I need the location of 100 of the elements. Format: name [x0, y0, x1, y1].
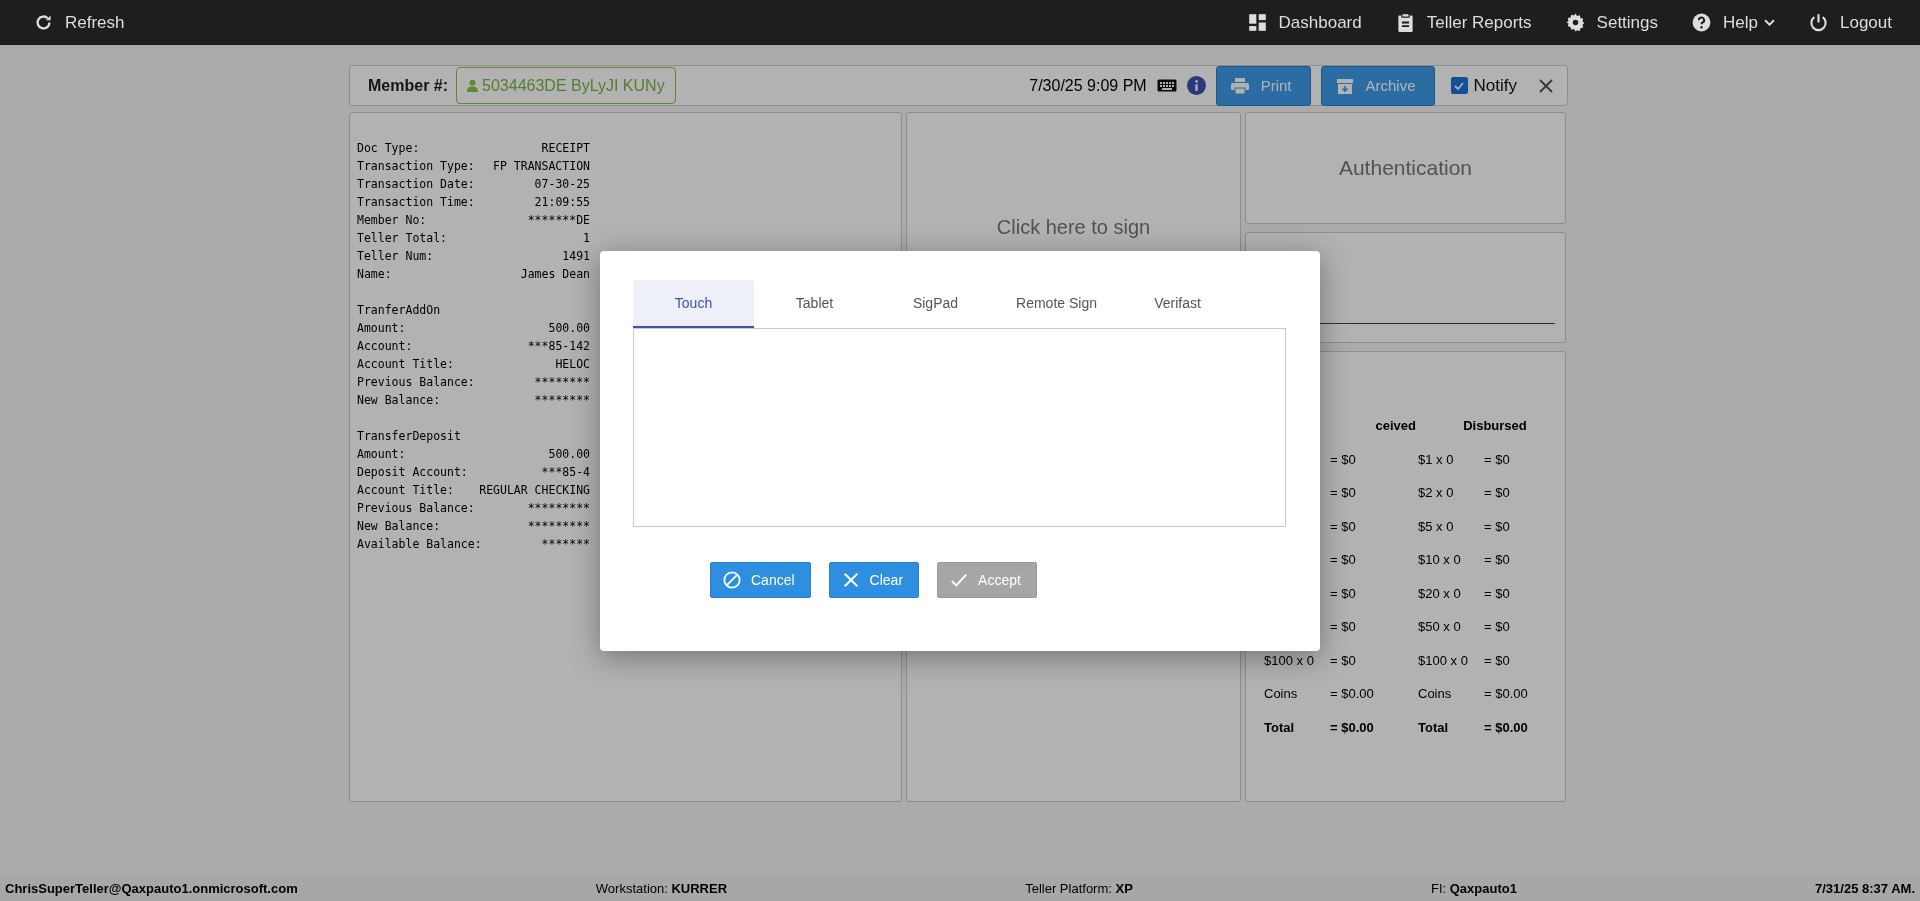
receipt-label: Transaction Time: [357, 195, 475, 209]
settings-icon [1565, 13, 1585, 32]
receipt-label: Amount: [357, 321, 406, 335]
receipt-value: ******** [534, 375, 590, 389]
denomination-text: $100 x 0 [1264, 652, 1315, 668]
receipt-value: *******DE [527, 213, 590, 227]
nav-link[interactable]: Refresh [34, 12, 125, 33]
nav-link[interactable]: Settings [1565, 12, 1659, 33]
receipt-value: ******* [541, 537, 590, 551]
receipt-label: Member No: [357, 213, 427, 227]
receipt-value: 1 [583, 231, 590, 245]
denomination-text: Total [1264, 719, 1296, 735]
tab[interactable]: Verifast [1117, 280, 1238, 328]
help-icon [1692, 13, 1712, 32]
power-icon [1809, 13, 1828, 32]
amount-text: = $0 [1484, 619, 1511, 634]
receipt-value: James Dean [520, 267, 590, 281]
denomination-text: Total [1418, 719, 1450, 735]
receipt-value: ********* [527, 519, 590, 533]
amount-text: = $0 [1330, 652, 1357, 668]
date-time: 7/30/25 9:09 PM [1029, 76, 1147, 95]
receipt-label: Account: [357, 339, 413, 353]
user-icon [467, 79, 479, 92]
receipt-value: 21:09:55 [534, 195, 590, 209]
close-icon[interactable] [1539, 78, 1553, 93]
column-header: ceived [1375, 418, 1416, 433]
amount-text: = $0 [1484, 652, 1511, 668]
sign-prompt: Click here to sign [996, 216, 1151, 240]
amount-text: = $0 [1330, 485, 1357, 500]
printer-icon [1230, 77, 1249, 94]
check-icon [950, 571, 969, 589]
column-header: Disbursed [1463, 418, 1527, 433]
tab[interactable]: Touch [633, 280, 754, 328]
tab[interactable]: Remote Sign [996, 280, 1117, 328]
nav-link[interactable]: Dashboard [1247, 12, 1362, 33]
denomination-text: $1 x 0 [1418, 451, 1455, 467]
receipt-label: Name: [357, 267, 392, 281]
amount-text: = $0.00 [1484, 686, 1529, 701]
authentication-panel[interactable]: Authentication [1245, 112, 1566, 224]
receipt-value: ********* [527, 501, 590, 515]
receipt-label: Amount: [357, 447, 406, 461]
receipt-value: FP TRANSACTION [493, 159, 590, 173]
denomination-text: $10 x 0 [1418, 552, 1462, 567]
authentication-title: Authentication [1338, 156, 1473, 180]
amount-text: = $0 [1330, 585, 1357, 601]
amount-text: = $0.00 [1330, 686, 1375, 701]
receipt-label: Account Title: [357, 357, 454, 371]
refresh-icon [34, 13, 53, 32]
receipt-value: HELOC [555, 357, 590, 371]
receipt-value: 07-30-25 [534, 177, 590, 191]
receipt-label: Account Title: [357, 483, 454, 497]
receipt-label: Available Balance: [357, 537, 482, 551]
receipt-label: Doc Type: [357, 141, 420, 155]
info-icon[interactable] [1186, 76, 1206, 95]
amount-text: = $0 [1484, 518, 1511, 534]
receipt-value: ******** [534, 393, 590, 407]
denomination-text: Coins [1264, 686, 1299, 701]
caret-icon [1764, 19, 1775, 26]
clipboard-icon [1395, 13, 1415, 32]
amount-text: = $0 [1484, 552, 1511, 567]
amount-text: = $0 [1330, 451, 1357, 467]
tab[interactable]: SigPad [875, 280, 996, 328]
nav-link[interactable]: Logout [1809, 12, 1892, 33]
receipt-label: Previous Balance: [357, 375, 475, 389]
nav-link[interactable]: Help [1692, 12, 1775, 33]
amount-text: = $0 [1330, 552, 1357, 567]
checkbox[interactable] [1450, 77, 1468, 94]
cancel-icon [723, 571, 741, 589]
receipt-value: 500.00 [548, 447, 590, 461]
member-label: Member #: [368, 76, 449, 95]
notify-checkbox[interactable]: Notify [1450, 75, 1517, 96]
close-icon [841, 571, 860, 589]
denomination-text: $5 x 0 [1418, 518, 1455, 534]
receipt-label: Teller Num: [357, 249, 434, 263]
receipt-section-title: TranferAddOn [357, 303, 441, 317]
denomination-text: $20 x 0 [1418, 585, 1462, 601]
status-text: Workstation: KURRER [595, 880, 728, 896]
receipt-section-title: TransferDeposit [357, 429, 461, 443]
receipt-label: Teller Total: [357, 231, 447, 245]
receipt-value: 500.00 [548, 321, 590, 335]
receipt-value: 1491 [562, 249, 590, 263]
receipt-label: Previous Balance: [357, 501, 475, 515]
archive-box-icon [1335, 77, 1354, 94]
status-text: Teller Platform: XP [1025, 880, 1133, 896]
tab[interactable]: Tablet [754, 280, 875, 328]
receipt-label: Transaction Type: [357, 159, 475, 173]
receipt-label: Transaction Date: [357, 177, 475, 191]
receipt-label: New Balance: [357, 393, 441, 407]
dashboard-icon [1247, 13, 1267, 32]
denomination-text: $100 x 0 [1418, 652, 1469, 668]
receipt-value: ***85-4 [541, 465, 590, 479]
amount-text: = $0.00 [1484, 719, 1529, 735]
receipt-label: Deposit Account: [357, 465, 468, 479]
amount-text: = $0.00 [1330, 719, 1375, 735]
keyboard-icon[interactable] [1156, 79, 1177, 92]
nav-link[interactable]: Teller Reports [1395, 12, 1532, 33]
receipt-value: RECEIPT [541, 141, 590, 155]
receipt-label: New Balance: [357, 519, 441, 533]
receipt-value: ***85-142 [527, 339, 590, 353]
status-text: ChrisSuperTeller@Qaxpauto1.onmicrosoft.com [5, 880, 298, 896]
